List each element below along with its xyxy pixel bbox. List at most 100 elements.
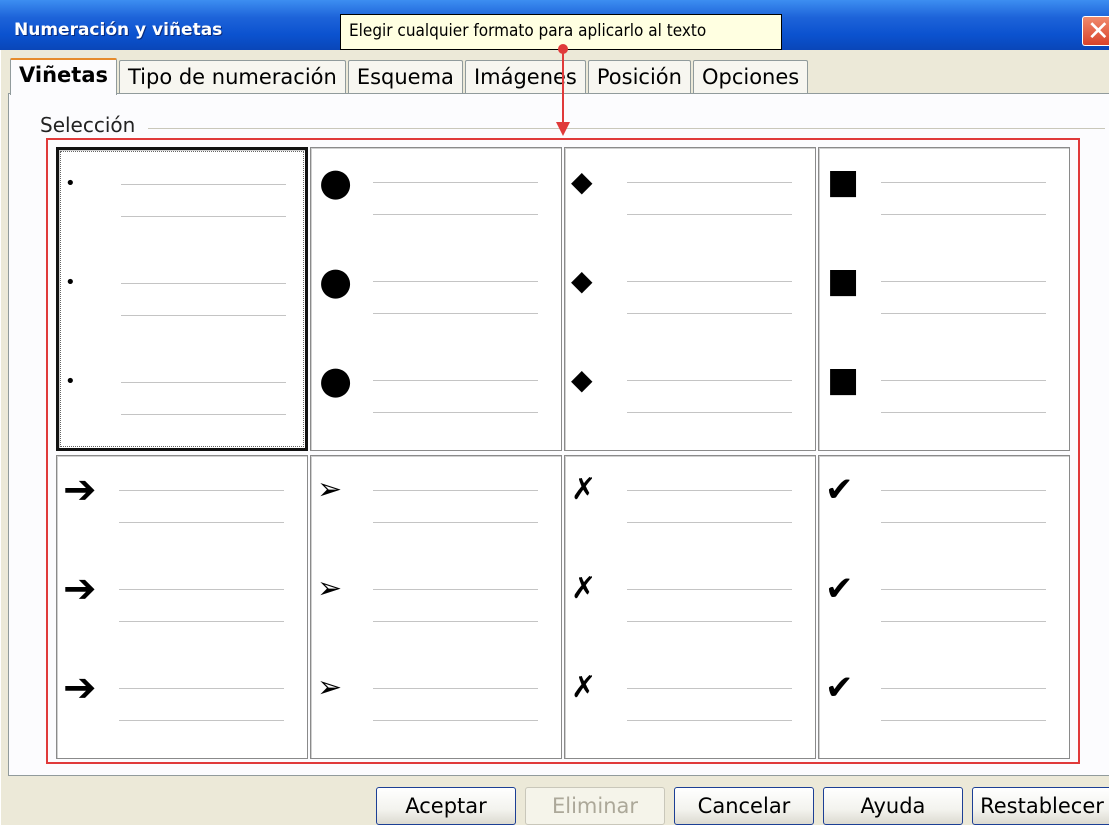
bullet-diamond-icon: ◆ bbox=[571, 363, 593, 396]
delete-button: Eliminar bbox=[525, 787, 665, 825]
preview-line bbox=[881, 720, 1046, 721]
bullet-checkmark-icon: ✔ bbox=[825, 668, 854, 708]
tab-bar: Viñetas Tipo de numeración Esquema Imáge… bbox=[10, 58, 810, 95]
bullet-style-grid: • • • ● ● ● ◆ ◆ ◆ ■ ■ ■ ➔ ➔ ➔ ➢ ➢ ➢ ✗ ✗ ✗ ✔ ✔ ✔ bbox=[56, 147, 1074, 759]
annotation-arrow bbox=[562, 49, 564, 129]
preview-line bbox=[881, 182, 1046, 183]
preview-line bbox=[627, 621, 792, 622]
bullet-small-dot-icon: • bbox=[65, 272, 76, 293]
preview-line bbox=[373, 720, 538, 721]
preview-line bbox=[627, 720, 792, 721]
bullet-small-dot-icon: • bbox=[65, 173, 76, 194]
preview-line bbox=[881, 412, 1046, 413]
preview-line bbox=[373, 688, 538, 689]
bullet-x-mark-icon: ✗ bbox=[571, 571, 597, 606]
bullet-large-circle-icon: ● bbox=[319, 160, 353, 204]
preview-line bbox=[373, 621, 538, 622]
reset-button[interactable]: Restablecer bbox=[972, 787, 1109, 825]
tab-imagenes[interactable]: Imágenes bbox=[464, 60, 586, 94]
preview-line bbox=[881, 490, 1046, 491]
preview-line bbox=[627, 182, 792, 183]
preview-line bbox=[373, 281, 538, 282]
annotation-arrow-head bbox=[556, 122, 570, 136]
close-icon[interactable]: ✕ bbox=[1087, 16, 1109, 47]
preview-line bbox=[881, 522, 1046, 523]
preview-line bbox=[627, 589, 792, 590]
close-button[interactable]: ✕ bbox=[1082, 16, 1109, 47]
tab-vinetas[interactable]: Viñetas bbox=[10, 58, 117, 95]
preview-line bbox=[121, 184, 286, 185]
preview-line bbox=[881, 214, 1046, 215]
bullet-style-square[interactable]: ■ ■ ■ bbox=[818, 147, 1070, 451]
ok-button[interactable]: Aceptar bbox=[376, 787, 516, 825]
preview-line bbox=[373, 214, 538, 215]
preview-line bbox=[627, 313, 792, 314]
bullet-style-x-mark[interactable]: ✗ ✗ ✗ bbox=[564, 455, 816, 759]
bullet-style-large-circle[interactable]: ● ● ● bbox=[310, 147, 562, 451]
preview-line bbox=[881, 589, 1046, 590]
bullet-x-mark-icon: ✗ bbox=[571, 670, 597, 705]
preview-line bbox=[881, 281, 1046, 282]
bullet-square-icon: ■ bbox=[827, 162, 860, 202]
preview-line bbox=[627, 490, 792, 491]
preview-line bbox=[119, 720, 284, 721]
preview-line bbox=[627, 281, 792, 282]
preview-line bbox=[373, 490, 538, 491]
tab-opciones[interactable]: Opciones bbox=[692, 60, 809, 94]
preview-line bbox=[881, 621, 1046, 622]
selection-group-label: Selección bbox=[40, 113, 140, 137]
bullet-square-icon: ■ bbox=[827, 360, 860, 400]
bullet-arrowhead-icon: ➢ bbox=[317, 670, 343, 705]
preview-line bbox=[373, 182, 538, 183]
preview-line bbox=[119, 490, 284, 491]
window-title: Numeración y viñetas bbox=[14, 20, 223, 40]
bullet-arrow-icon: ➔ bbox=[63, 665, 97, 711]
bullet-small-dot-icon: • bbox=[65, 371, 76, 392]
help-button[interactable]: Ayuda bbox=[823, 787, 963, 825]
preview-line bbox=[121, 414, 286, 415]
preview-line bbox=[121, 315, 286, 316]
preview-line bbox=[119, 589, 284, 590]
preview-line bbox=[373, 589, 538, 590]
bullet-style-arrow[interactable]: ➔ ➔ ➔ bbox=[56, 455, 308, 759]
preview-line bbox=[119, 522, 284, 523]
bullet-x-mark-icon: ✗ bbox=[571, 472, 597, 507]
preview-line bbox=[119, 688, 284, 689]
preview-line bbox=[121, 382, 286, 383]
bullet-arrowhead-icon: ➢ bbox=[317, 472, 343, 507]
bullet-checkmark-icon: ✔ bbox=[825, 569, 854, 609]
preview-line bbox=[627, 522, 792, 523]
preview-line bbox=[121, 216, 286, 217]
preview-line bbox=[881, 688, 1046, 689]
preview-line bbox=[881, 313, 1046, 314]
bullet-style-arrowhead[interactable]: ➢ ➢ ➢ bbox=[310, 455, 562, 759]
bullet-large-circle-icon: ● bbox=[319, 259, 353, 303]
bullet-square-icon: ■ bbox=[827, 261, 860, 301]
bullet-style-small-dot[interactable]: • • • bbox=[56, 147, 308, 451]
preview-line bbox=[627, 412, 792, 413]
bullet-diamond-icon: ◆ bbox=[571, 264, 593, 297]
bullet-diamond-icon: ◆ bbox=[571, 165, 593, 198]
cancel-button[interactable]: Cancelar bbox=[674, 787, 814, 825]
preview-line bbox=[373, 522, 538, 523]
preview-line bbox=[627, 380, 792, 381]
tab-esquema[interactable]: Esquema bbox=[347, 60, 463, 94]
preview-line bbox=[373, 380, 538, 381]
preview-line bbox=[373, 412, 538, 413]
bullet-style-checkmark[interactable]: ✔ ✔ ✔ bbox=[818, 455, 1070, 759]
tab-tipo-de-numeracion[interactable]: Tipo de numeración bbox=[118, 60, 346, 94]
bullet-arrowhead-icon: ➢ bbox=[317, 571, 343, 606]
group-divider bbox=[148, 128, 1105, 129]
button-bar: Aceptar Eliminar Cancelar Ayuda Restable… bbox=[0, 785, 1109, 825]
preview-line bbox=[881, 380, 1046, 381]
preview-line bbox=[627, 688, 792, 689]
bullet-arrow-icon: ➔ bbox=[63, 566, 97, 612]
bullet-arrow-icon: ➔ bbox=[63, 467, 97, 513]
preview-line bbox=[121, 283, 286, 284]
preview-line bbox=[373, 313, 538, 314]
tab-posicion[interactable]: Posición bbox=[587, 60, 691, 94]
bullet-checkmark-icon: ✔ bbox=[825, 470, 854, 510]
preview-line bbox=[119, 621, 284, 622]
preview-line bbox=[627, 214, 792, 215]
bullet-style-diamond[interactable]: ◆ ◆ ◆ bbox=[564, 147, 816, 451]
